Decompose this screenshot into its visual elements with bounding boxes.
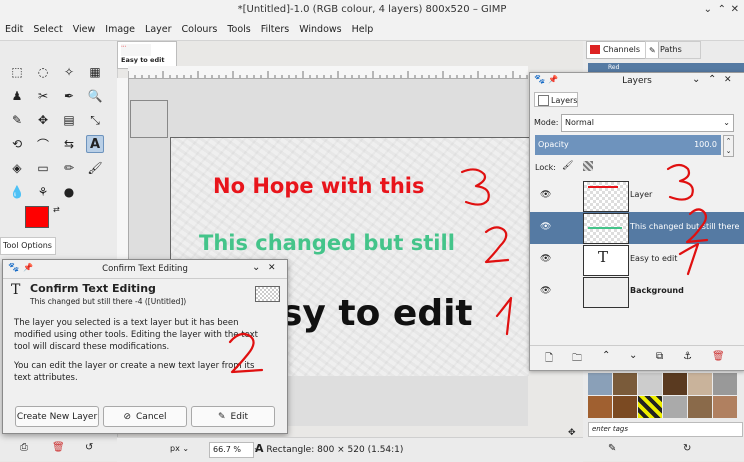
annotation-1-canvas [495, 296, 513, 336]
annotations-layer [228, 163, 709, 374]
annotation-3-canvas [460, 168, 490, 206]
annotation-2-dialog [228, 332, 264, 374]
annotation-2-layers [685, 208, 709, 244]
annotation-2-canvas [484, 226, 510, 264]
annotation-3-layers [666, 163, 694, 201]
annotation-1-layers [678, 242, 700, 276]
